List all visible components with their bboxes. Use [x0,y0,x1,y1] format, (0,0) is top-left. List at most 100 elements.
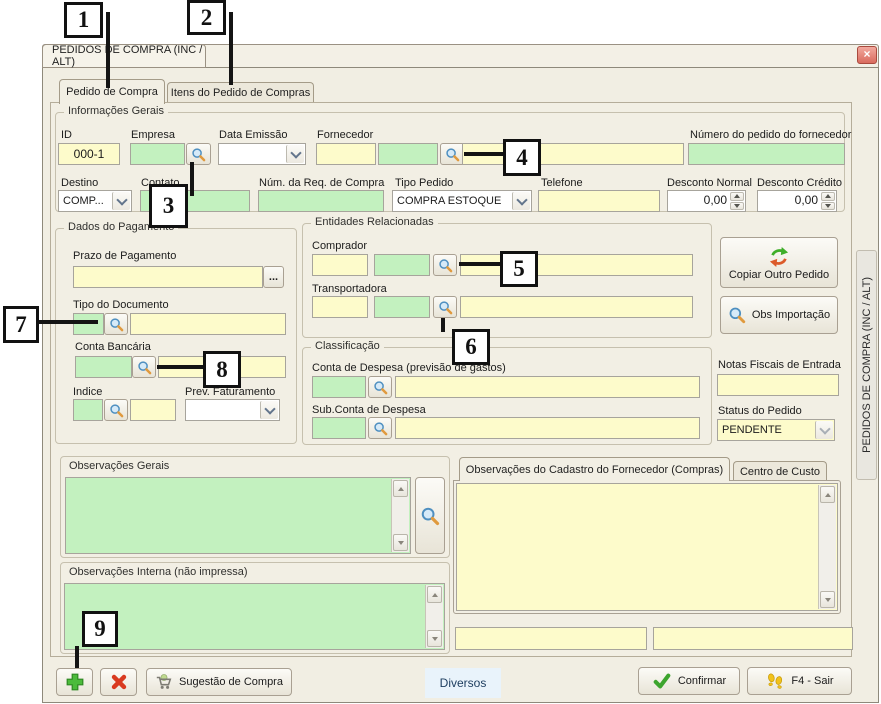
tipo-pedido-label: Tipo Pedido [395,177,453,189]
side-vertical-tab-label: PEDIDOS DE COMPRA (INC / ALT) [861,277,873,453]
num-req-compra-label: Núm. da Req. de Compra [259,177,384,189]
footer-field-left[interactable] [455,627,647,650]
comprador-search-button[interactable] [433,254,457,276]
sugestao-compra-button[interactable]: Sugestão de Compra [146,668,292,696]
comprador-alt-field[interactable] [374,254,430,276]
tab-pedido-de-compra[interactable]: Pedido de Compra [59,79,165,104]
scrollbar[interactable] [425,585,443,648]
indice-value-field[interactable] [130,399,176,421]
chevron-down-icon[interactable] [512,192,530,210]
scroll-down-icon[interactable] [820,591,835,608]
empresa-field[interactable] [130,143,185,165]
callout-2: 2 [187,0,226,35]
sub-conta-search-button[interactable] [368,417,392,439]
side-vertical-tab[interactable]: PEDIDOS DE COMPRA (INC / ALT) [856,250,877,480]
desconto-normal-value: 0,00 [668,191,730,211]
prazo-pagamento-field[interactable] [73,266,263,288]
transportadora-code-field[interactable] [312,296,368,318]
prev-faturamento-combo[interactable] [185,399,280,421]
callout-6-line [441,318,445,332]
chevron-down-icon[interactable] [815,421,833,439]
cancel-button[interactable] [100,668,137,696]
notas-fiscais-field[interactable] [717,374,839,396]
destino-combo[interactable]: COMP... [58,190,132,212]
conta-despesa-name-field[interactable] [395,376,700,398]
tipo-documento-search-button[interactable] [104,313,128,335]
chevron-down-icon[interactable] [260,401,278,419]
callout-7: 7 [3,306,39,343]
transportadora-label: Transportadora [312,283,387,295]
desconto-credito-spinner[interactable]: 0,00 [757,190,837,212]
footer-field-right[interactable] [653,627,853,650]
spin-down-icon[interactable] [821,202,835,211]
indice-search-button[interactable] [104,399,128,421]
fornecedor-code-field[interactable] [316,143,376,165]
tipo-pedido-combo[interactable]: COMPRA ESTOQUE [392,190,532,212]
comprador-code-field[interactable] [312,254,368,276]
spin-down-icon[interactable] [730,202,744,211]
data-emissao-combo[interactable] [218,143,306,165]
plus-icon [65,672,85,692]
obs-importacao-label: Obs Importação [752,309,830,321]
sub-conta-code-field[interactable] [312,417,366,439]
desconto-normal-spinner[interactable]: 0,00 [667,190,746,212]
obs-importacao-button[interactable]: Obs Importação [720,296,838,334]
search-icon [438,258,453,273]
scroll-down-icon[interactable] [393,534,408,551]
observacoes-interna-textarea[interactable] [64,583,445,650]
transportadora-alt-field[interactable] [374,296,430,318]
telefone-field[interactable] [538,190,660,212]
transportadora-name-field[interactable] [460,296,693,318]
callout-8: 8 [203,351,241,388]
id-field[interactable] [58,143,120,165]
conta-bancaria-search-button[interactable] [132,356,156,378]
chevron-down-icon[interactable] [112,192,130,210]
tab-itens-label: Itens do Pedido de Compras [171,87,310,99]
observacoes-gerais-search-button[interactable] [415,477,445,554]
spin-up-icon[interactable] [730,192,744,201]
tipo-documento-code-field[interactable] [73,313,104,335]
scroll-down-icon[interactable] [427,630,442,647]
num-req-compra-field[interactable] [258,190,384,212]
diversos-label: Diversos [425,668,501,698]
desconto-credito-label: Desconto Crédito [757,177,842,189]
add-button[interactable] [56,668,93,696]
tab-observacoes-fornecedor[interactable]: Observações do Cadastro do Fornecedor (C… [459,457,730,481]
scroll-up-icon[interactable] [820,486,835,503]
sub-conta-name-field[interactable] [395,417,700,439]
copiar-outro-pedido-button[interactable]: Copiar Outro Pedido [720,237,838,288]
search-icon [438,300,453,315]
scroll-up-icon[interactable] [393,480,408,497]
sair-label: F4 - Sair [791,675,833,687]
observacoes-fornecedor-textarea[interactable] [456,483,838,611]
tab-itens-do-pedido[interactable]: Itens do Pedido de Compras [167,82,314,103]
conta-bancaria-code-field[interactable] [75,356,132,378]
fornecedor-label: Fornecedor [317,129,373,141]
indice-label: Indice [73,386,102,398]
conta-despesa-search-button[interactable] [368,376,392,398]
indice-code-field[interactable] [73,399,103,421]
search-icon [445,147,460,162]
transportadora-search-button[interactable] [433,296,457,318]
fornecedor-alt-field[interactable] [378,143,438,165]
x-icon [110,673,128,691]
conta-despesa-code-field[interactable] [312,376,366,398]
tipo-documento-name-field[interactable] [130,313,286,335]
scrollbar[interactable] [391,479,409,552]
observacoes-gerais-textarea[interactable] [65,477,411,554]
status-pedido-combo[interactable]: PENDENTE [717,419,835,441]
window-title-tab[interactable]: PEDIDOS DE COMPRA (INC / ALT) [42,44,206,68]
scrollbar[interactable] [818,485,836,609]
empresa-label: Empresa [131,129,175,141]
sair-button[interactable]: F4 - Sair [747,667,852,695]
scroll-up-icon[interactable] [427,586,442,603]
close-button[interactable]: × [857,46,877,64]
group-classificacao-title: Classificação [311,340,384,352]
confirmar-button[interactable]: Confirmar [638,667,740,695]
tab-centro-de-custo[interactable]: Centro de Custo [733,461,827,481]
numero-pedido-fornecedor-field[interactable] [688,143,845,165]
spin-up-icon[interactable] [821,192,835,201]
prazo-browse-button[interactable]: ... [263,266,284,288]
chevron-down-icon[interactable] [286,145,304,163]
callout-8-line [157,365,203,369]
